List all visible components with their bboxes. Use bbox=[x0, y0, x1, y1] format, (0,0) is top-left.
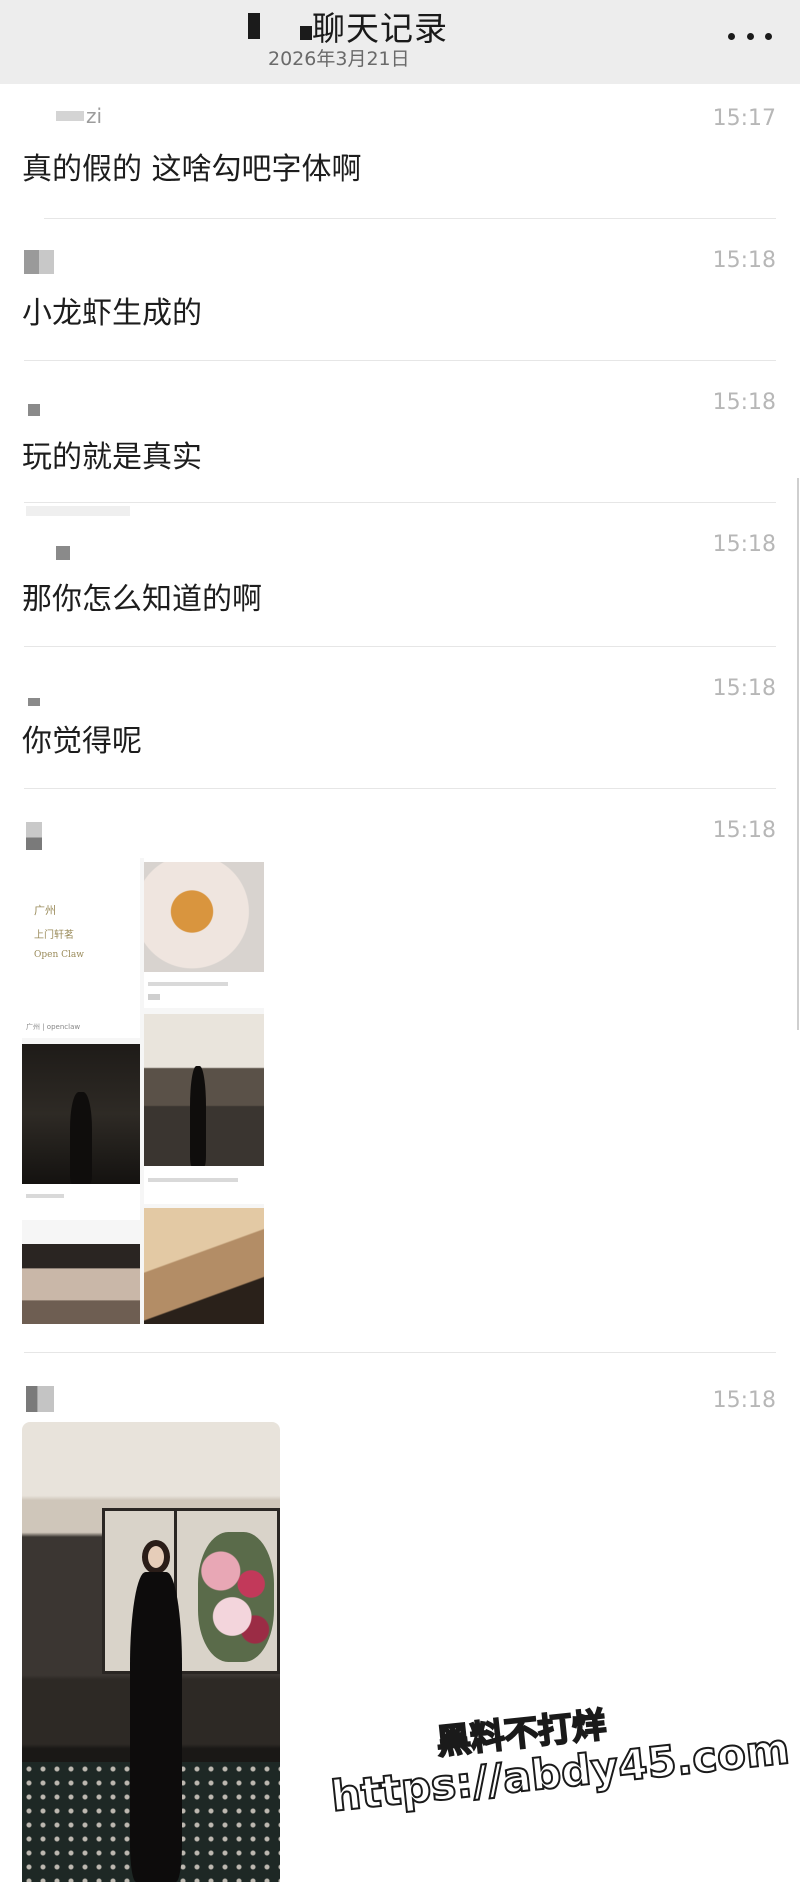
girl-photo bbox=[144, 1208, 264, 1324]
message-text: 那你怎么知道的啊 bbox=[22, 582, 262, 617]
dot bbox=[728, 32, 735, 40]
woman-figure bbox=[120, 1540, 192, 1882]
header-title-row: 聊天记录 bbox=[248, 4, 448, 48]
divider bbox=[44, 218, 776, 219]
message-time: 15:18 bbox=[712, 818, 776, 843]
message-time: 15:18 bbox=[712, 676, 776, 701]
dot bbox=[746, 32, 754, 40]
eyes-photo bbox=[22, 1244, 140, 1324]
avatar bbox=[28, 404, 40, 416]
cover-card: 广州 上门轩茗 Open Claw 广州 | openclaw bbox=[22, 858, 140, 1038]
cover-line: 上门轩茗 bbox=[34, 930, 74, 941]
cover-line: 广州 bbox=[34, 904, 56, 917]
divider bbox=[24, 646, 776, 647]
redaction-block bbox=[248, 13, 260, 39]
cover-line: Open Claw bbox=[34, 950, 84, 960]
divider bbox=[24, 1352, 776, 1353]
caption-line bbox=[148, 1178, 238, 1182]
redaction-block bbox=[26, 506, 130, 516]
divider bbox=[24, 788, 776, 789]
image-grid-screenshot[interactable]: 广州 上门轩茗 Open Claw 广州 | openclaw bbox=[22, 858, 264, 1324]
cover-caption: 广州 | openclaw bbox=[26, 1023, 81, 1031]
cat-photo bbox=[144, 862, 264, 972]
message-time: 15:18 bbox=[712, 390, 776, 415]
message-text: 小龙虾生成的 bbox=[22, 296, 202, 331]
message-text: 你觉得呢 bbox=[22, 724, 142, 759]
caption-line bbox=[148, 982, 228, 986]
divider bbox=[24, 502, 776, 503]
dark-photo bbox=[22, 1044, 140, 1184]
redaction-block bbox=[300, 26, 312, 40]
avatar bbox=[56, 546, 70, 560]
avatar bbox=[26, 1386, 54, 1412]
chat-history-header: 聊天记录 2026年3月21日 bbox=[0, 0, 800, 84]
message-text: 真的假的 这啥勾吧字体啊 bbox=[22, 152, 362, 187]
dot bbox=[765, 32, 772, 40]
grid-card bbox=[144, 1014, 264, 1204]
avatar bbox=[26, 822, 42, 850]
avatar bbox=[28, 698, 40, 706]
message-text: 玩的就是真实 bbox=[22, 440, 202, 475]
grid-card bbox=[22, 1044, 140, 1220]
grid-card bbox=[144, 1208, 264, 1324]
grid-card bbox=[144, 858, 264, 1008]
message-time: 15:18 bbox=[712, 248, 776, 273]
message-time: 15:18 bbox=[712, 532, 776, 557]
room-photo bbox=[144, 1014, 264, 1166]
caption-line bbox=[26, 1194, 64, 1198]
caption-line bbox=[148, 994, 160, 1000]
scrollbar[interactable] bbox=[797, 478, 799, 1030]
header-date: 2026年3月21日 bbox=[268, 48, 410, 70]
message-time: 15:17 bbox=[712, 106, 776, 131]
grid-card bbox=[22, 1244, 140, 1324]
more-dots-icon[interactable] bbox=[728, 24, 772, 48]
flowers bbox=[198, 1532, 274, 1662]
photo-message[interactable] bbox=[22, 1422, 280, 1882]
avatar bbox=[24, 250, 54, 274]
divider bbox=[24, 360, 776, 361]
sender-name: zi bbox=[56, 104, 102, 128]
page-title: 聊天记录 bbox=[312, 9, 448, 48]
message-time: 15:18 bbox=[712, 1388, 776, 1413]
redaction-block bbox=[56, 111, 84, 121]
